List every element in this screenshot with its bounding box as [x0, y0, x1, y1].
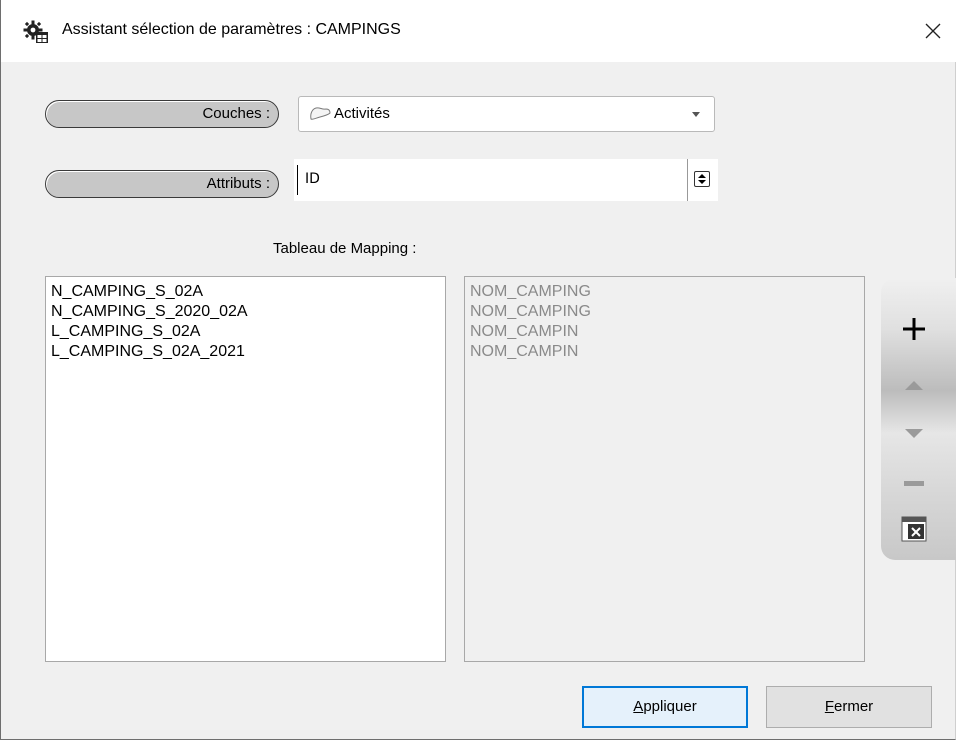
- gear-settings-icon: [23, 20, 48, 43]
- list-item: NOM_CAMPING: [470, 283, 591, 300]
- couches-label: Couches :: [202, 105, 270, 122]
- mapping-target-list[interactable]: NOM_CAMPING NOM_CAMPING NOM_CAMPIN NOM_C…: [464, 276, 865, 662]
- attributs-value[interactable]: ID: [305, 171, 320, 187]
- title-bar: Assistant sélection de paramètres : CAMP…: [1, 0, 956, 62]
- attributs-field[interactable]: ID: [294, 159, 718, 201]
- spin-updown-icon[interactable]: [694, 171, 710, 187]
- list-item: NOM_CAMPIN: [470, 323, 579, 340]
- list-item[interactable]: L_CAMPING_S_02A_2021: [51, 342, 445, 362]
- apply-mnemonic: A: [633, 698, 644, 715]
- close-button[interactable]: Fermer: [766, 686, 932, 728]
- arrow-down-icon[interactable]: [897, 416, 931, 450]
- mapping-source-list[interactable]: N_CAMPING_S_02A N_CAMPING_S_2020_02A L_C…: [45, 276, 446, 662]
- delete-table-icon[interactable]: [897, 512, 931, 546]
- mapping-table-label: Tableau de Mapping :: [273, 240, 417, 257]
- couches-dropdown[interactable]: Activités: [298, 96, 715, 132]
- arrow-up-icon[interactable]: [897, 368, 931, 402]
- window-title: Assistant sélection de paramètres : CAMP…: [62, 21, 401, 38]
- couches-label-pill: Couches :: [45, 100, 279, 128]
- attributs-label: Attributs :: [206, 175, 270, 192]
- close-label: ermer: [834, 698, 874, 715]
- chevron-down-icon[interactable]: [692, 112, 700, 117]
- list-item: NOM_CAMPING: [470, 303, 591, 320]
- list-item[interactable]: N_CAMPING_S_02A: [51, 282, 445, 302]
- dialog-window: Assistant sélection de paramètres : CAMP…: [0, 0, 956, 740]
- list-item: NOM_CAMPIN: [470, 343, 579, 360]
- field-separator: [687, 159, 688, 201]
- mapping-toolbar: [881, 278, 956, 560]
- spin-down-arrow-icon[interactable]: [698, 180, 706, 184]
- apply-button[interactable]: Appliquer: [582, 686, 748, 728]
- spin-up-arrow-icon[interactable]: [698, 174, 706, 178]
- close-mnemonic: F: [824, 698, 834, 715]
- layer-shape-icon: [310, 107, 331, 120]
- minus-icon[interactable]: [897, 466, 931, 500]
- apply-label: ppliquer: [643, 698, 697, 715]
- attributs-label-pill: Attributs :: [45, 170, 279, 198]
- plus-icon[interactable]: [897, 312, 931, 346]
- list-item[interactable]: N_CAMPING_S_2020_02A: [51, 302, 445, 322]
- couches-selected-value: Activités: [334, 105, 390, 122]
- text-cursor: [297, 165, 298, 195]
- list-item[interactable]: L_CAMPING_S_02A: [51, 322, 445, 342]
- close-icon[interactable]: [916, 14, 950, 48]
